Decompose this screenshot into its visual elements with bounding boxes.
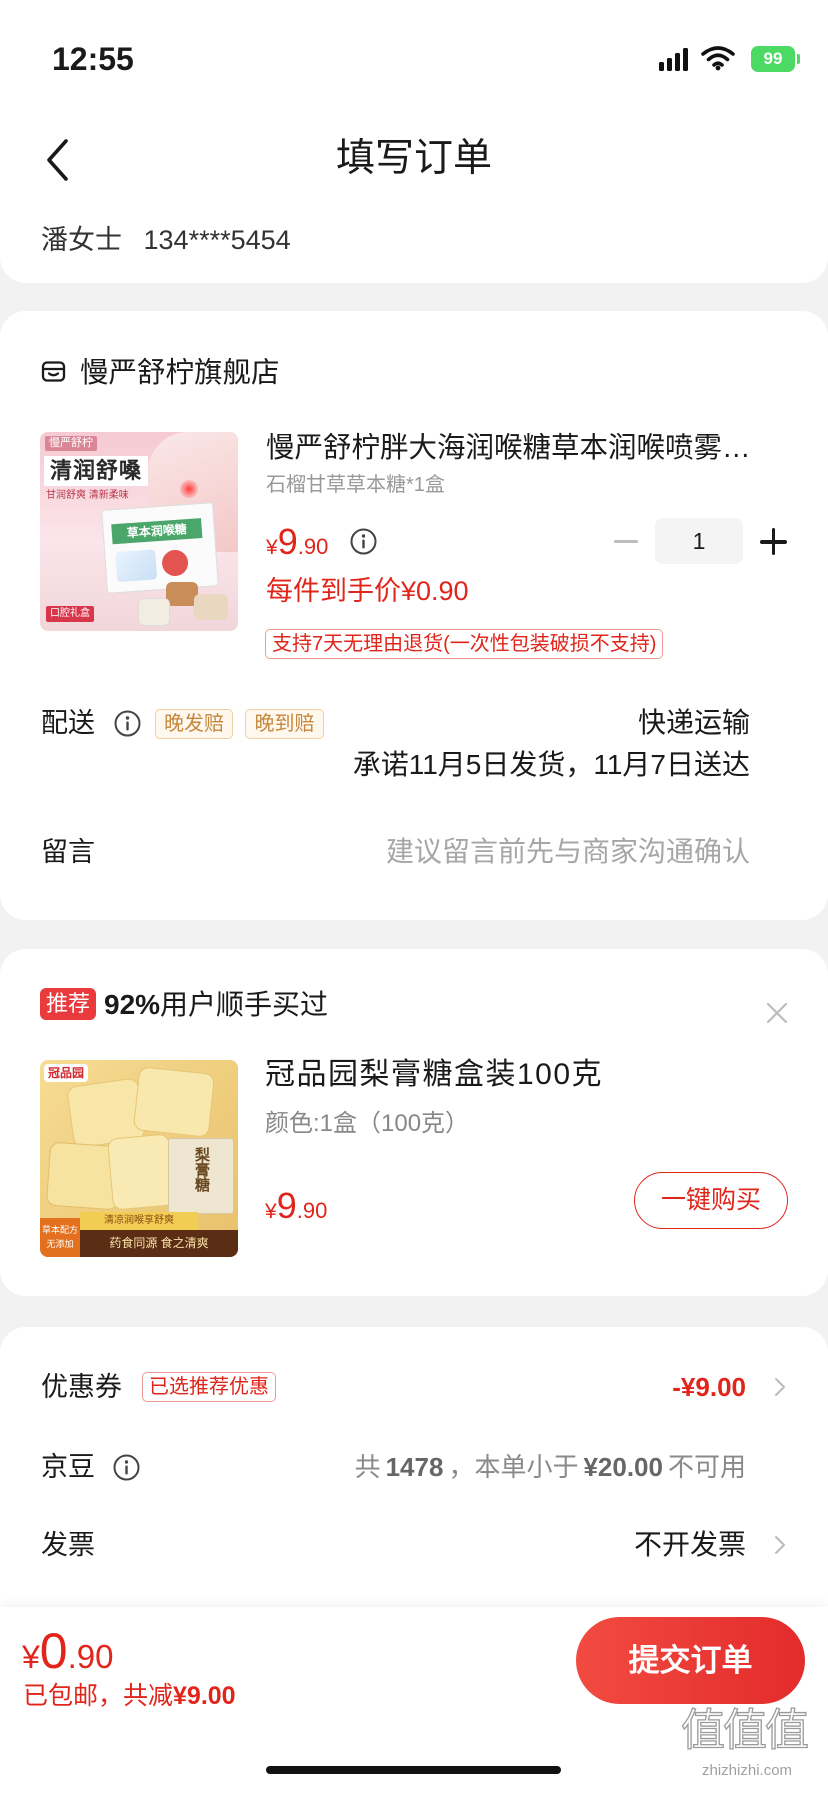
product-spec[interactable]: 石榴甘草草本糖*1盒	[266, 470, 445, 500]
info-icon[interactable]	[114, 710, 141, 737]
recipient-phone: 134****5454	[143, 225, 291, 255]
candy-cube-2	[132, 1066, 216, 1138]
plus-icon[interactable]	[760, 528, 787, 555]
coupon-tag: 已选推荐优惠	[142, 1372, 276, 1402]
signal-icon	[659, 46, 689, 71]
message-label: 留言	[41, 837, 95, 867]
discount-note-text: 已包邮，共减	[23, 1682, 174, 1710]
discount-amount: ¥9.00	[173, 1682, 236, 1710]
brand-logo: 冠品园	[44, 1064, 89, 1082]
image-badge-line1: 草本配方	[41, 1225, 78, 1235]
beans-middle: ，本单小于	[448, 1452, 579, 1482]
beans-label: 京豆	[41, 1452, 95, 1482]
chevron-right-icon[interactable]	[774, 1377, 786, 1397]
recommend-product-price: ¥ 9 .90	[265, 1183, 327, 1229]
product-price: ¥ 9 .90	[266, 519, 328, 565]
image-product-box: 梨膏糖	[168, 1138, 234, 1214]
beans-count: 1478	[385, 1452, 444, 1482]
store-icon	[41, 361, 66, 382]
candy-2	[194, 594, 228, 620]
image-band-text: 清凉润喉享舒爽	[80, 1212, 198, 1230]
home-indicator[interactable]	[266, 1766, 561, 1774]
coupon-label: 优惠券	[41, 1372, 122, 1402]
address-contact[interactable]: 潘女士 134****5454	[41, 221, 291, 259]
invoice-label: 发票	[41, 1530, 95, 1560]
unit-price: 每件到手价¥0.90	[266, 576, 469, 606]
coupon-value[interactable]: -¥9.00	[672, 1368, 746, 1406]
beans-prefix: 共	[354, 1452, 381, 1482]
store-order-card: 慢严舒柠旗舰店 慢严舒柠 清润舒嗓 甘润舒爽 清新柔味 草本润喉糖 口腔礼盒 慢…	[0, 311, 828, 920]
image-badge-line2: 无添加	[46, 1239, 74, 1249]
checkout-bar: ¥ 0 .90 已包邮，共减¥9.00 提交订单 值值值 zhizhizhi.c…	[0, 1607, 828, 1793]
quantity-value[interactable]: 1	[655, 518, 743, 564]
delivery-promise: 承诺11月5日发货，11月7日送达	[352, 749, 750, 780]
price-symbol: ¥	[266, 536, 278, 559]
battery-icon: 99	[751, 46, 801, 72]
recommend-product-title[interactable]: 冠品园梨膏糖盒装100克	[265, 1056, 603, 1094]
image-brand-text: 慢严舒柠	[45, 436, 97, 451]
beans-value: 共 1478 ，本单小于 ¥20.00 不可用	[355, 1448, 746, 1486]
recommend-card: 推荐 92%用户顺手买过 冠品园 梨膏糖 清凉润喉享舒爽 草本配方 无添加 药食…	[0, 949, 828, 1296]
image-bottom-band-text: 药食同源 食之清爽	[80, 1230, 238, 1257]
price-decimal: .90	[297, 534, 329, 559]
product-title[interactable]: 慢严舒柠胖大海润喉糖草本润喉喷雾…	[266, 429, 766, 467]
image-gift-text: 口腔礼盒	[46, 606, 94, 622]
close-icon[interactable]	[766, 1002, 788, 1024]
total-price: ¥ 0 .90	[22, 1621, 113, 1681]
price-integer: 9	[277, 521, 298, 562]
submit-order-button[interactable]: 提交订单	[576, 1617, 805, 1704]
beans-suffix: 不可用	[667, 1452, 746, 1482]
recipient-name: 潘女士	[41, 225, 122, 255]
status-time: 12:55	[52, 41, 134, 77]
total-decimal: .90	[67, 1638, 114, 1675]
image-headline-text: 清润舒嗓	[44, 456, 148, 486]
return-policy-tag: 支持7天无理由退货(一次性包装破损不支持)	[265, 629, 664, 659]
watermark-glyphs: 值值值	[680, 1705, 809, 1755]
recommend-headline: 92%用户顺手买过	[104, 986, 328, 1024]
recommend-product-spec: 颜色:1盒（100克）	[265, 1110, 470, 1137]
late-arrival-compensation-tag: 晚到赔	[245, 709, 324, 739]
discount-note: 已包邮，共减¥9.00	[23, 1679, 236, 1713]
recommend-badge: 推荐	[40, 988, 96, 1020]
minus-icon[interactable]	[614, 540, 638, 543]
image-box-label: 梨膏糖	[193, 1147, 210, 1192]
watermark-url: zhizhizhi.com	[702, 1762, 793, 1779]
recommend-product-image[interactable]: 冠品园 梨膏糖 清凉润喉享舒爽 草本配方 无添加 药食同源 食之清爽	[40, 1060, 238, 1257]
image-box-label: 草本润喉糖	[111, 518, 203, 545]
invoice-value[interactable]: 不开发票	[634, 1526, 746, 1564]
price-symbol: ¥	[265, 1200, 277, 1223]
total-symbol: ¥	[22, 1639, 40, 1675]
recommend-text: 用户顺手买过	[160, 989, 329, 1020]
quantity-stepper[interactable]: 1	[655, 518, 743, 564]
candy-3	[138, 598, 170, 626]
battery-level: 99	[751, 46, 795, 72]
price-integer: 9	[276, 1185, 297, 1226]
info-icon[interactable]	[350, 528, 377, 555]
page-title: 填写订单	[335, 137, 492, 180]
delivery-method[interactable]: 快递运输	[638, 704, 750, 742]
quick-buy-button[interactable]: 一键购买	[634, 1172, 788, 1229]
image-product-box: 草本润喉糖	[101, 502, 219, 594]
image-badge: 草本配方 无添加	[40, 1218, 80, 1257]
product-image[interactable]: 慢严舒柠 清润舒嗓 甘润舒爽 清新柔味 草本润喉糖 口腔礼盒	[40, 432, 238, 631]
price-decimal: .90	[296, 1198, 328, 1223]
wifi-icon	[701, 46, 735, 71]
store-name[interactable]: 慢严舒柠旗舰店	[80, 354, 280, 392]
throat-glow	[180, 480, 198, 498]
message-input[interactable]: 建议留言前先与商家沟通确认	[386, 833, 750, 871]
late-dispatch-compensation-tag: 晚发赔	[155, 709, 233, 739]
delivery-label: 配送	[41, 708, 95, 738]
total-integer: 0	[39, 1623, 68, 1679]
chevron-right-icon[interactable]	[774, 1535, 786, 1555]
image-tagline-text: 甘润舒爽 清新柔味	[46, 490, 129, 501]
info-icon[interactable]	[113, 1454, 140, 1481]
recommend-percentage: 92%	[104, 989, 161, 1020]
candy-cube-4	[106, 1133, 176, 1211]
beans-threshold: ¥20.00	[583, 1452, 663, 1482]
